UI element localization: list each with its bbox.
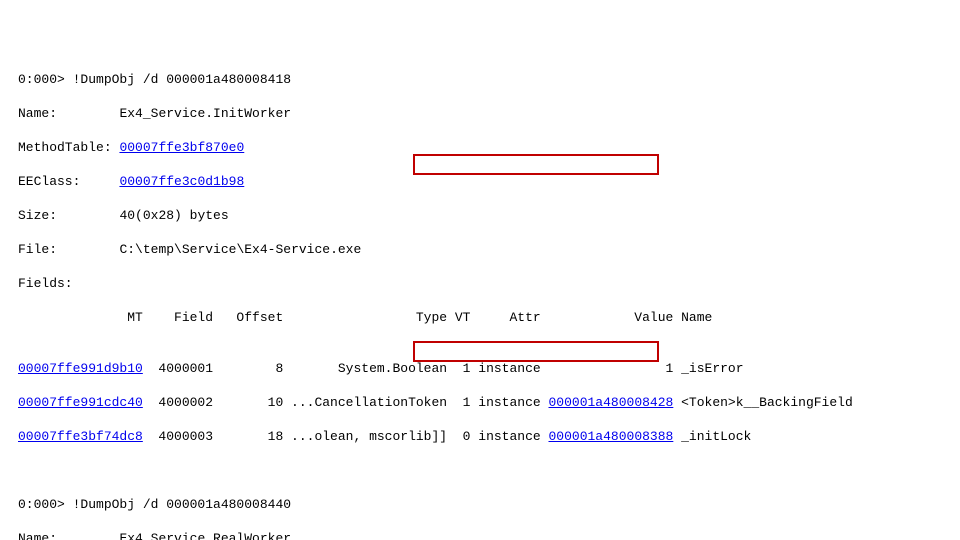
debugger-output-panel: 0:000> !DumpObj /d 000001a480008418 Name… — [0, 0, 960, 540]
cmd-line: 0:000> !DumpObj /d 000001a480008440 — [18, 496, 942, 513]
methodtable-line: MethodTable: 00007ffe3bf870e0 — [18, 139, 942, 156]
mt-link[interactable]: 00007ffe3bf74dc8 — [18, 429, 143, 444]
fields-header: MT Field Offset Type VT Attr Value Name — [18, 309, 942, 326]
file-label: File: — [18, 242, 57, 257]
eeclass-line: EEClass: 00007ffe3c0d1b98 — [18, 173, 942, 190]
value-link[interactable]: 000001a480008428 — [549, 395, 674, 410]
row-mid: 4000003 18 ...olean, mscorlib]] 0 instan… — [143, 429, 549, 444]
size-line: Size: 40(0x28) bytes — [18, 207, 942, 224]
name-line: Name: Ex4_Service.InitWorker — [18, 105, 942, 122]
spacer — [57, 106, 119, 121]
cmd-line: 0:000> !DumpObj /d 000001a480008418 — [18, 71, 942, 88]
row-mid: 4000002 10 ...CancellationToken 1 instan… — [143, 395, 549, 410]
eeclass-link[interactable]: 00007ffe3c0d1b98 — [119, 174, 244, 189]
spacer — [57, 242, 119, 257]
row-name: <Token>k__BackingField — [673, 395, 852, 410]
size-label: Size: — [18, 208, 57, 223]
table-row: 00007ffe3bf74dc8 4000003 18 ...olean, ms… — [18, 428, 942, 445]
name-value: Ex4_Service.RealWorker — [119, 531, 291, 540]
mt-link[interactable]: 00007ffe991d9b10 — [18, 361, 143, 376]
file-line: File: C:\temp\Service\Ex4-Service.exe — [18, 241, 942, 258]
fields-label: Fields: — [18, 275, 942, 292]
name-label: Name: — [18, 106, 57, 121]
row-mid: 4000001 8 System.Boolean 1 instance — [143, 361, 549, 376]
mt-label: MethodTable: — [18, 140, 112, 155]
table-row: 00007ffe991d9b10 4000001 8 System.Boolea… — [18, 360, 942, 377]
value-link[interactable]: 000001a480008388 — [549, 429, 674, 444]
name-value: Ex4_Service.InitWorker — [119, 106, 291, 121]
highlight-box — [413, 154, 659, 175]
name-line: Name: Ex4_Service.RealWorker — [18, 530, 942, 540]
row-name: _initLock — [673, 429, 751, 444]
spacer — [57, 208, 119, 223]
name-label: Name: — [18, 531, 57, 540]
size-value: 40(0x28) bytes — [119, 208, 228, 223]
spacer — [57, 531, 119, 540]
file-value: C:\temp\Service\Ex4-Service.exe — [119, 242, 361, 257]
mt-link[interactable]: 00007ffe991cdc40 — [18, 395, 143, 410]
methodtable-link[interactable]: 00007ffe3bf870e0 — [119, 140, 244, 155]
table-row: 00007ffe991cdc40 4000002 10 ...Cancellat… — [18, 394, 942, 411]
row-name: _isError — [673, 361, 743, 376]
row-value: 1 — [549, 361, 674, 376]
highlight-box — [413, 341, 659, 362]
ee-label: EEClass: — [18, 174, 80, 189]
